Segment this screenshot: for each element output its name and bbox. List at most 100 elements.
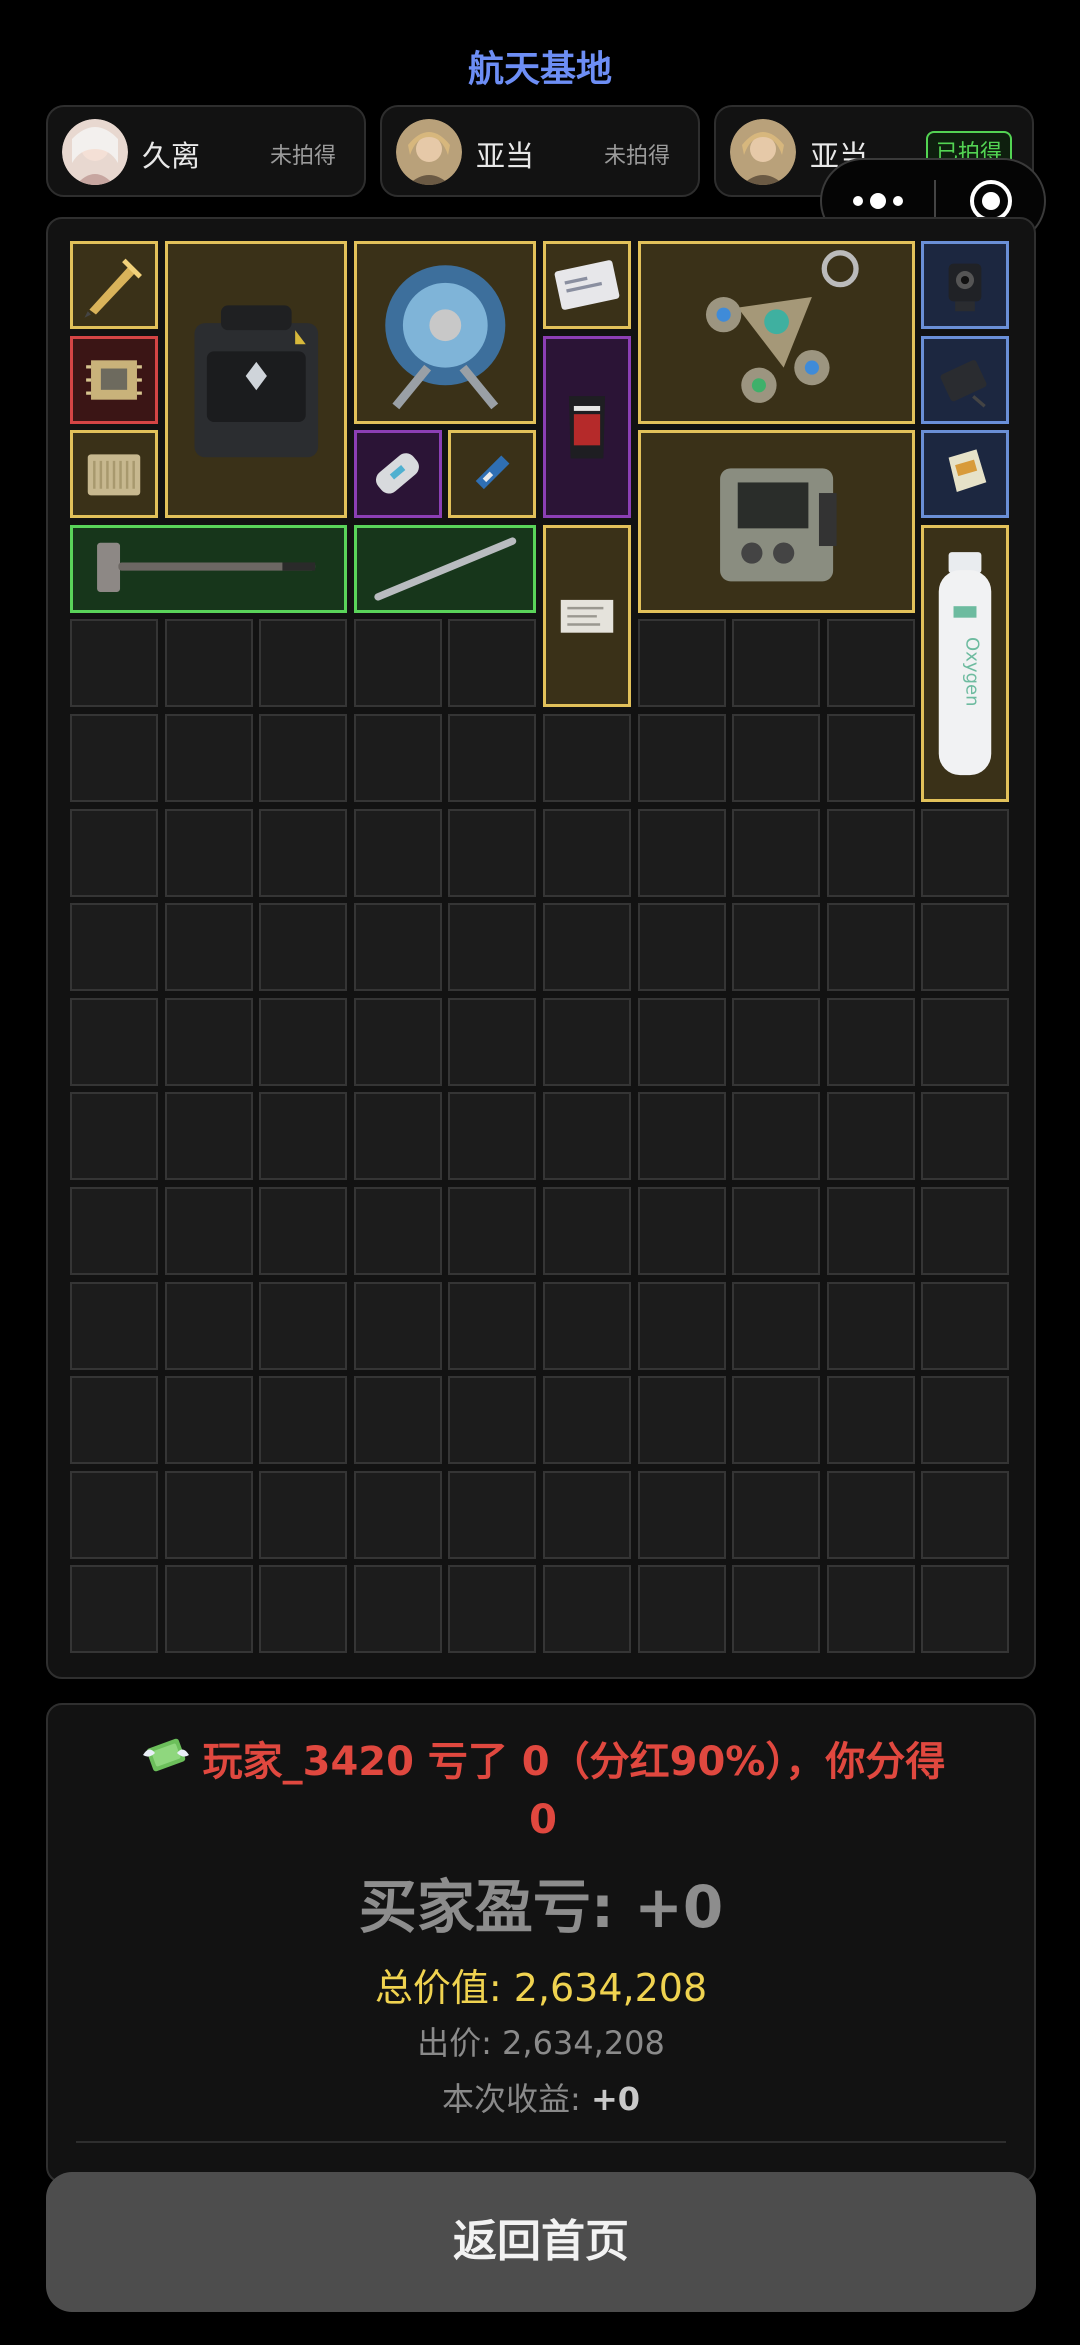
grid-cell[interactable] xyxy=(70,997,158,1086)
grid-cell[interactable] xyxy=(353,1187,442,1275)
grid-cell[interactable] xyxy=(164,808,253,897)
grid-cell[interactable] xyxy=(353,1565,442,1654)
grid-cell[interactable] xyxy=(732,714,821,802)
gold-pen-icon[interactable] xyxy=(70,241,158,329)
grid-cell[interactable] xyxy=(826,619,915,708)
grid-cell[interactable] xyxy=(448,1092,537,1181)
grid-cell[interactable] xyxy=(543,903,631,992)
oxygen-tank-icon[interactable]: Oxygen xyxy=(921,524,1010,802)
grid-cell[interactable] xyxy=(353,1092,442,1181)
grid-cell[interactable] xyxy=(543,1281,631,1370)
grid-cell[interactable] xyxy=(448,1281,537,1370)
grid-cell[interactable] xyxy=(637,714,726,802)
grid-cell[interactable] xyxy=(637,1092,726,1181)
grid-cell[interactable] xyxy=(921,1281,1010,1370)
grid-cell[interactable] xyxy=(353,1281,442,1370)
grid-cell[interactable] xyxy=(259,1092,348,1181)
grid-cell[interactable] xyxy=(637,997,726,1086)
camera-icon[interactable] xyxy=(921,241,1010,329)
grid-cell[interactable] xyxy=(826,1187,915,1275)
grid-cell[interactable] xyxy=(164,1376,253,1465)
grid-cell[interactable] xyxy=(637,1565,726,1654)
grid-cell[interactable] xyxy=(259,1470,348,1559)
grid-cell[interactable] xyxy=(448,808,537,897)
grid-cell[interactable] xyxy=(921,1376,1010,1465)
grid-cell[interactable] xyxy=(353,619,442,708)
grid-cell[interactable] xyxy=(921,1187,1010,1275)
grid-cell[interactable] xyxy=(448,714,537,802)
grid-cell[interactable] xyxy=(164,1281,253,1370)
metal-rod-icon[interactable] xyxy=(353,524,537,613)
circuit-board-icon[interactable] xyxy=(70,335,158,424)
grid-cell[interactable] xyxy=(826,1470,915,1559)
grid-cell[interactable] xyxy=(921,1470,1010,1559)
snack-bag-icon[interactable] xyxy=(543,335,631,519)
grid-cell[interactable] xyxy=(826,1281,915,1370)
grid-cell[interactable] xyxy=(543,1092,631,1181)
grid-cell[interactable] xyxy=(353,903,442,992)
grid-cell[interactable] xyxy=(259,619,348,708)
ssd-icon[interactable] xyxy=(448,430,537,519)
sd-card-icon[interactable] xyxy=(921,430,1010,519)
grid-cell[interactable] xyxy=(826,903,915,992)
radio-station-icon[interactable] xyxy=(637,430,915,613)
grid-cell[interactable] xyxy=(732,1565,821,1654)
grid-cell[interactable] xyxy=(164,1565,253,1654)
grid-cell[interactable] xyxy=(543,1565,631,1654)
grid-cell[interactable] xyxy=(543,714,631,802)
grid-cell[interactable] xyxy=(732,1092,821,1181)
grid-cell[interactable] xyxy=(826,714,915,802)
grid-cell[interactable] xyxy=(259,903,348,992)
grid-cell[interactable] xyxy=(259,1565,348,1654)
grid-cell[interactable] xyxy=(164,1470,253,1559)
grid-cell[interactable] xyxy=(70,619,158,708)
grid-cell[interactable] xyxy=(732,808,821,897)
grid-cell[interactable] xyxy=(448,619,537,708)
grid-cell[interactable] xyxy=(637,1376,726,1465)
backpack-icon[interactable] xyxy=(164,241,348,519)
cable-reel-icon[interactable] xyxy=(353,241,537,424)
grid-cell[interactable] xyxy=(732,1187,821,1275)
grid-cell[interactable] xyxy=(70,1565,158,1654)
grid-cell[interactable] xyxy=(826,997,915,1086)
grid-cell[interactable] xyxy=(921,997,1010,1086)
grid-cell[interactable] xyxy=(448,1187,537,1275)
grid-cell[interactable] xyxy=(732,903,821,992)
grid-cell[interactable] xyxy=(353,808,442,897)
grid-cell[interactable] xyxy=(826,1565,915,1654)
grid-cell[interactable] xyxy=(921,1092,1010,1181)
grid-cell[interactable] xyxy=(543,808,631,897)
grid-cell[interactable] xyxy=(259,1376,348,1465)
grid-cell[interactable] xyxy=(164,619,253,708)
grid-cell[interactable] xyxy=(259,1187,348,1275)
grid-cell[interactable] xyxy=(637,1281,726,1370)
router-icon[interactable] xyxy=(70,430,158,519)
hard-drive-icon[interactable] xyxy=(921,335,1010,424)
grid-cell[interactable] xyxy=(543,1376,631,1465)
grid-cell[interactable] xyxy=(448,1565,537,1654)
grid-cell[interactable] xyxy=(70,1470,158,1559)
grid-cell[interactable] xyxy=(164,903,253,992)
grid-cell[interactable] xyxy=(732,619,821,708)
grid-cell[interactable] xyxy=(826,1092,915,1181)
grid-cell[interactable] xyxy=(259,997,348,1086)
grid-cell[interactable] xyxy=(70,1281,158,1370)
grid-cell[interactable] xyxy=(921,1565,1010,1654)
grid-cell[interactable] xyxy=(353,1376,442,1465)
id-card-icon[interactable] xyxy=(543,241,631,329)
grid-cell[interactable] xyxy=(637,619,726,708)
grid-cell[interactable] xyxy=(164,997,253,1086)
grid-cell[interactable] xyxy=(921,808,1010,897)
battery-icon[interactable] xyxy=(353,430,442,519)
grid-cell[interactable] xyxy=(70,714,158,802)
grid-cell[interactable] xyxy=(543,997,631,1086)
sledgehammer-icon[interactable] xyxy=(70,524,348,613)
grid-cell[interactable] xyxy=(637,808,726,897)
grid-cell[interactable] xyxy=(70,903,158,992)
player-card[interactable]: 久离 未拍得 xyxy=(46,105,366,197)
grid-cell[interactable] xyxy=(543,1470,631,1559)
grid-cell[interactable] xyxy=(637,903,726,992)
grid-cell[interactable] xyxy=(732,1376,821,1465)
grid-cell[interactable] xyxy=(164,1187,253,1275)
grid-cell[interactable] xyxy=(543,1187,631,1275)
